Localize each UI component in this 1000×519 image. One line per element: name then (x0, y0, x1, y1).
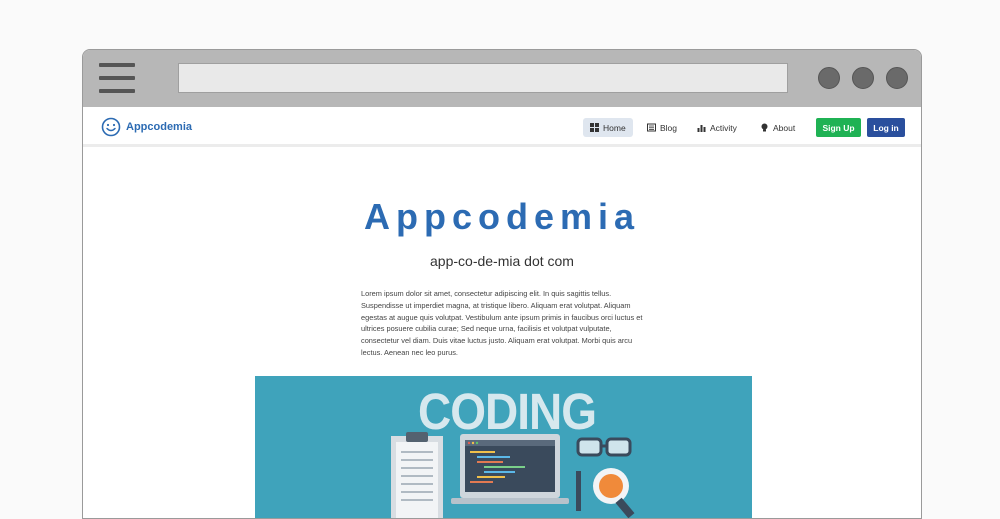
nav-item-home[interactable]: Home (583, 118, 633, 137)
grid-icon (590, 123, 599, 132)
hero-description: Lorem ipsum dolor sit amet, consectetur … (361, 289, 643, 357)
nav-label: Blog (660, 122, 678, 133)
hero-title: Appcodemia (363, 196, 641, 237)
coding-illustration-svg: CODING (391, 384, 635, 518)
glasses-icon (576, 437, 632, 457)
illustration-caption: CODING (418, 384, 596, 441)
brand-link[interactable]: Appcodemia (101, 117, 192, 137)
clipboard-icon (391, 432, 443, 518)
chart-icon (697, 125, 706, 132)
hamburger-menu-icon[interactable] (99, 63, 135, 95)
nav-label: Home (603, 122, 626, 133)
magnifier-icon (593, 468, 635, 518)
nav-item-about[interactable]: About (753, 118, 802, 137)
site-navbar: Appcodemia Home Blog Activity About Sign… (83, 107, 921, 147)
window-button-minimize[interactable] (818, 67, 840, 89)
login-button[interactable]: Log in (867, 118, 905, 137)
address-bar[interactable] (178, 63, 788, 93)
nav-label: Activity (710, 122, 737, 133)
browser-chrome (83, 50, 921, 107)
nav-label: About (773, 122, 796, 133)
window-button-maximize[interactable] (852, 67, 874, 89)
nav-item-blog[interactable]: Blog (640, 118, 684, 137)
browser-window: Appcodemia Home Blog Activity About Sign… (82, 49, 922, 519)
brand-name: Appcodemia (126, 121, 193, 133)
newspaper-icon (647, 123, 656, 132)
smiley-icon (101, 117, 121, 137)
pen-icon (576, 471, 581, 511)
lightbulb-icon (761, 123, 768, 132)
coding-illustration: CODING (255, 376, 752, 518)
hero-subtitle: app-co-de-mia dot com (430, 253, 574, 269)
signup-button[interactable]: Sign Up (816, 118, 861, 137)
nav-item-activity[interactable]: Activity (690, 118, 744, 137)
window-button-close[interactable] (886, 67, 908, 89)
laptop-icon (451, 434, 569, 504)
